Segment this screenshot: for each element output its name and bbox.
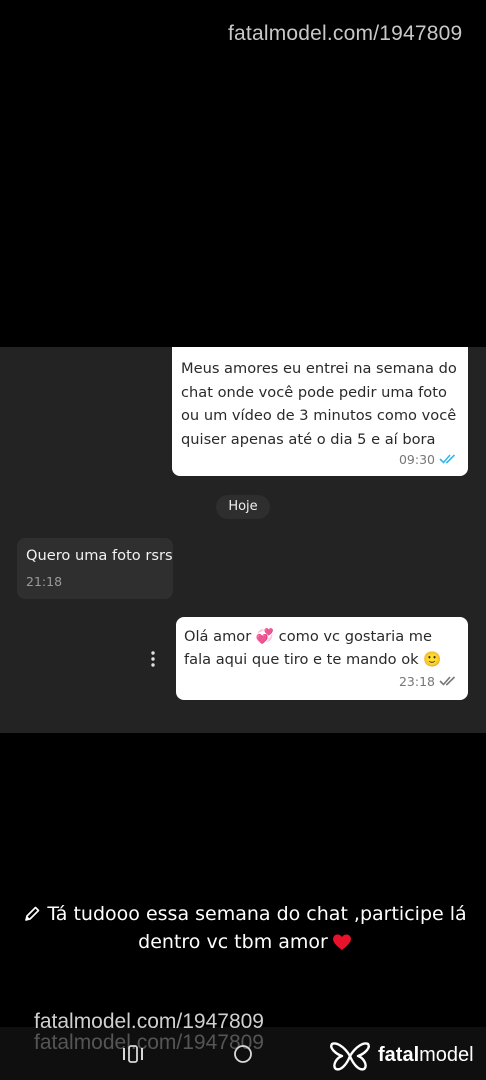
delivered-ticks-icon [439,676,456,686]
logo-bold: fatal [378,1044,420,1066]
logo-light: model [419,1044,474,1066]
message-text-container: Olá amor 💞 como vc gostaria me fala aqui… [184,625,460,671]
message-text: Quero uma foto rsrs [26,547,173,564]
watermark-top: fatalmodel.com/1947809 [228,22,463,45]
watermark-bottom: fatalmodel.com/1947809 [34,1010,264,1033]
caption-text: Tá tudooo essa semana do chat ,participe… [47,903,467,953]
pencil-icon [25,906,40,921]
recents-icon[interactable] [122,1045,144,1063]
sent-message-bubble[interactable]: Olá amor 💞 como vc gostaria me fala aqui… [176,617,468,700]
home-icon[interactable] [233,1044,253,1064]
story-caption: Tá tudooo essa semana do chat ,participe… [20,900,470,956]
message-text: Meus amores eu entrei na semana do chat … [181,360,457,448]
message-text-start: Olá amor [184,628,252,645]
sent-message-bubble[interactable]: Meus amores eu entrei na semana do chat … [172,347,468,476]
emoji-smile: 🙂 [423,651,442,668]
read-ticks-icon [439,454,456,464]
message-time: 23:18 [398,674,435,689]
more-options-icon[interactable] [145,650,161,668]
received-message-bubble[interactable]: Quero uma foto rsrs 21:18 [17,538,173,599]
message-time: 09:30 [398,452,435,467]
emoji-hearts: 💞 [255,628,275,645]
fatalmodel-logo-icon [330,1042,370,1071]
fatalmodel-logo-text: fatalmodel [378,1044,474,1067]
chat-screenshot: Meus amores eu entrei na semana do chat … [0,347,486,733]
message-time: 21:18 [26,574,63,589]
date-chip: Hoje [216,495,270,519]
heart-icon [332,934,351,950]
watermark-ghost: fatalmodel.com/1947809 [34,1031,264,1054]
